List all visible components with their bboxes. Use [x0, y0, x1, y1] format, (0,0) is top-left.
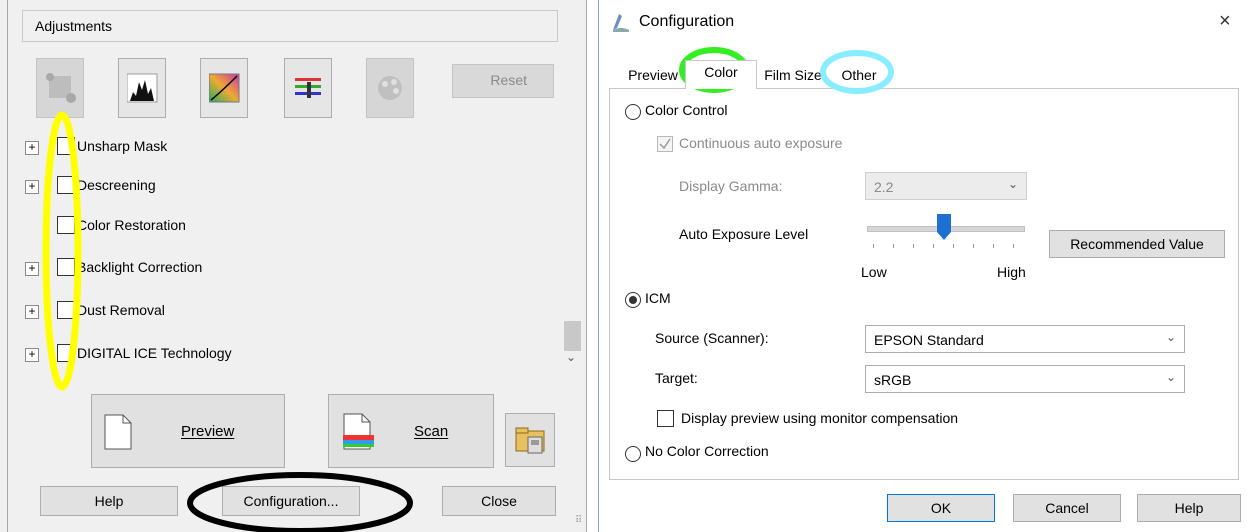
icm-label: ICM [645, 290, 671, 306]
display-preview-checkbox[interactable] [657, 410, 674, 427]
digital-ice-checkbox[interactable] [57, 344, 75, 362]
no-color-correction-radio[interactable] [625, 446, 641, 462]
checkmark-icon [659, 138, 671, 150]
expand-toggle[interactable]: + [25, 180, 39, 194]
recommended-value-button[interactable]: Recommended Value [1049, 230, 1225, 258]
panel-left-edge [0, 0, 8, 532]
adjustment-label: DIGITAL ICE Technology [77, 345, 232, 361]
slider-tick [1013, 244, 1014, 248]
expand-toggle[interactable]: + [25, 348, 39, 362]
slider-tick [933, 244, 934, 248]
slider-tick [913, 244, 914, 248]
image-adjustment-button[interactable] [284, 58, 332, 118]
auto-exposure-slider-thumb[interactable] [937, 214, 951, 240]
source-value: EPSON Standard [874, 332, 984, 348]
file-save-settings-button[interactable] [505, 413, 555, 467]
tone-curve-icon [209, 73, 240, 103]
auto-exposure-icon [46, 73, 76, 103]
adjustments-scrollbar-thumb[interactable] [564, 321, 581, 351]
adjustment-label: Unsharp Mask [77, 138, 168, 154]
color-palette-button[interactable] [366, 58, 414, 118]
target-value: sRGB [874, 372, 912, 388]
expand-toggle[interactable]: + [25, 262, 39, 276]
display-gamma-label: Display Gamma: [679, 178, 783, 194]
folder-icon [515, 427, 545, 454]
scan-label: Scan [414, 423, 449, 440]
adjustment-label: Dust Removal [77, 302, 165, 318]
unsharp-mask-checkbox[interactable] [57, 137, 75, 155]
color-restoration-checkbox[interactable] [57, 216, 75, 234]
tab-film-size[interactable]: Film Size [761, 64, 825, 88]
display-gamma-select[interactable]: 2.2 ⌄ [865, 172, 1027, 200]
help-button[interactable]: Help [40, 486, 178, 516]
target-select[interactable]: sRGB ⌄ [865, 365, 1185, 393]
chevron-down-icon: ⌄ [1165, 370, 1176, 384]
continuous-auto-exposure-label: Continuous auto exposure [679, 135, 843, 151]
configuration-button[interactable]: Configuration... [222, 486, 360, 516]
adjustments-title: Adjustments [35, 18, 113, 34]
slider-tick [993, 244, 994, 248]
auto-exposure-button[interactable] [36, 58, 84, 118]
document-icon [104, 414, 132, 450]
chevron-down-icon[interactable]: ⌄ [566, 350, 576, 364]
slider-tick [873, 244, 874, 248]
backlight-correction-checkbox[interactable] [57, 258, 75, 276]
adjustments-header: Adjustments [22, 10, 558, 42]
help-button[interactable]: Help [1137, 494, 1241, 522]
reset-button[interactable]: Reset [452, 64, 554, 98]
display-gamma-value: 2.2 [874, 179, 894, 195]
close-button[interactable]: Close [442, 486, 556, 516]
no-color-correction-label: No Color Correction [645, 443, 769, 459]
close-icon[interactable]: × [1219, 10, 1231, 33]
continuous-auto-exposure-checkbox[interactable] [657, 136, 673, 152]
panel-right-edge [586, 0, 587, 532]
dialog-title: Configuration [639, 13, 735, 30]
tab-preview[interactable]: Preview [623, 64, 683, 88]
descreening-checkbox[interactable] [57, 176, 75, 194]
tone-correction-button[interactable] [200, 58, 248, 118]
adjustment-label: Color Restoration [77, 217, 186, 233]
chevron-down-icon: ⌄ [1165, 330, 1176, 344]
expand-toggle[interactable]: + [25, 141, 39, 155]
slider-tick [973, 244, 974, 248]
scan-button[interactable]: Scan [328, 394, 494, 468]
dust-removal-checkbox[interactable] [57, 301, 75, 319]
slider-tick [893, 244, 894, 248]
image-adjustment-icon [295, 78, 321, 98]
slider-low-label: Low [861, 264, 887, 280]
adjustment-label: Backlight Correction [77, 259, 203, 275]
histogram-adjustment-button[interactable] [118, 58, 166, 118]
epson-scan-icon [613, 14, 629, 32]
configuration-dialog: Configuration × Preview Color Film Size … [598, 0, 1248, 532]
preview-button[interactable]: Preview [91, 394, 285, 468]
expand-toggle[interactable]: + [25, 305, 39, 319]
slider-tick [953, 244, 954, 248]
auto-exposure-level-label: Auto Exposure Level [679, 226, 809, 242]
epson-scan-main-panel: Adjustments Reset + Unsharp Mask + Descr… [0, 0, 596, 532]
color-control-label: Color Control [645, 102, 728, 118]
icm-radio[interactable] [625, 292, 641, 308]
cancel-button[interactable]: Cancel [1013, 494, 1121, 522]
color-palette-icon [378, 76, 402, 100]
slider-high-label: High [997, 264, 1026, 280]
source-select[interactable]: EPSON Standard ⌄ [865, 325, 1185, 353]
target-label: Target: [655, 370, 698, 386]
preview-label: Preview [181, 423, 235, 440]
source-label: Source (Scanner): [655, 330, 769, 346]
tab-color[interactable]: Color [685, 60, 757, 89]
ok-button[interactable]: OK [887, 494, 995, 522]
color-control-radio[interactable] [625, 104, 641, 120]
adjustment-label: Descreening [77, 177, 156, 193]
display-preview-label: Display preview using monitor compensati… [681, 410, 959, 426]
chevron-down-icon: ⌄ [1007, 177, 1018, 191]
resize-grip[interactable]: ⠿ [575, 515, 582, 526]
histogram-icon [127, 73, 158, 103]
tab-other[interactable]: Other [831, 64, 887, 88]
scan-document-icon [343, 413, 374, 450]
